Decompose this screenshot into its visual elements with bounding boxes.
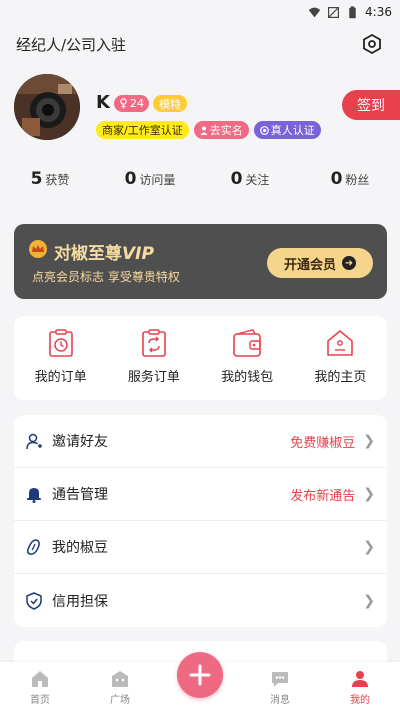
stat-following-label: 关注 (245, 173, 270, 187)
tab-me[interactable]: 我的 (320, 662, 400, 712)
real-person-verify-tag[interactable]: 真人认证 (253, 121, 321, 139)
level-badge: 24 (114, 95, 149, 112)
crown-icon (29, 240, 47, 258)
stat-likes[interactable]: 5 获赞 (0, 169, 100, 189)
vip-banner[interactable]: 对椒至尊VIP 点亮会员标志 享受尊贵特权 开通会员 ➜ (14, 224, 387, 299)
grid-my-homepage-label: 我的主页 (314, 370, 367, 385)
battery-icon (349, 5, 356, 18)
open-vip-button[interactable]: 开通会员 ➜ (267, 248, 373, 278)
grid-service-orders-label: 服务订单 (127, 370, 180, 385)
menu-credit-guarantee[interactable]: 信用担保 ❯ (14, 574, 387, 627)
avatar[interactable] (14, 74, 80, 140)
tab-messages-label: 消息 (270, 695, 290, 706)
home-icon (327, 330, 354, 356)
model-badge: 模特 (153, 95, 187, 112)
tab-home-label: 首页 (30, 695, 50, 706)
stat-visits-value: 0 (124, 169, 137, 189)
checkin-button[interactable]: 签到 (342, 90, 400, 120)
level-value: 24 (130, 97, 144, 110)
menu-notice-management[interactable]: 通告管理 发布新通告 ❯ (14, 468, 387, 521)
tab-me-label: 我的 (350, 695, 370, 706)
vip-subtitle: 点亮会员标志 享受尊贵特权 (32, 270, 180, 284)
chevron-right-icon: ❯ (363, 592, 375, 609)
menu-notice-management-extra: 发布新通告 (290, 488, 356, 504)
female-icon (120, 98, 127, 109)
grid-my-orders[interactable]: 我的订单 (14, 316, 107, 400)
stat-visits[interactable]: 0 访问量 (100, 169, 200, 189)
tab-square[interactable]: 广场 (80, 662, 160, 712)
profile-section: K 24 模特 签到 商家/工作室认证 去实名 真人认证 (0, 64, 400, 154)
verification-tags: 商家/工作室认证 去实名 真人认证 (96, 121, 321, 139)
stat-following-value: 0 (230, 169, 243, 189)
arrow-right-icon: ➜ (342, 256, 356, 270)
stat-following[interactable]: 0 关注 (200, 169, 300, 189)
status-bar: 4:36 (0, 0, 400, 24)
square-tab-icon (112, 671, 128, 687)
agent-company-entry-link[interactable]: 经纪人/公司入驻 (16, 34, 126, 55)
menu-list: 邀请好友 免费赚椒豆 ❯ 通告管理 发布新通告 ❯ 我的椒豆 ❯ 信用担保 ❯ (14, 415, 387, 627)
wallet-icon (233, 329, 261, 357)
publish-fab-button[interactable] (177, 652, 223, 698)
plus-icon (189, 664, 211, 686)
stats-row: 5 获赞 0 访问量 0 关注 0 粉丝 (0, 154, 400, 204)
avatar-image (14, 74, 80, 140)
menu-notice-management-label: 通告管理 (52, 487, 108, 503)
shield-check-icon (24, 591, 44, 611)
grid-my-homepage[interactable]: 我的主页 (294, 316, 387, 400)
user-name: K (96, 92, 110, 113)
menu-invite-friends-extra: 免费赚椒豆 (290, 435, 356, 451)
chevron-right-icon: ❯ (363, 433, 375, 449)
tab-square-label: 广场 (110, 695, 130, 706)
service-order-icon (142, 329, 166, 357)
settings-button[interactable] (360, 32, 384, 56)
invite-user-icon (24, 431, 44, 451)
stat-fans-value: 0 (330, 169, 343, 189)
stat-fans[interactable]: 0 粉丝 (300, 169, 400, 189)
verified-icon (259, 125, 269, 135)
no-signal-icon (328, 6, 340, 18)
real-person-verify-tag-label: 真人认证 (270, 124, 315, 137)
grid-service-orders[interactable]: 服务订单 (107, 316, 200, 400)
me-tab-icon (352, 671, 368, 687)
grid-my-wallet[interactable]: 我的钱包 (201, 316, 294, 400)
wifi-icon (308, 7, 321, 17)
stat-visits-label: 访问量 (139, 173, 176, 187)
realname-tag-label: 去实名 (209, 124, 243, 137)
menu-invite-friends-label: 邀请好友 (52, 434, 108, 450)
tab-home[interactable]: 首页 (0, 662, 80, 712)
grid-my-orders-label: 我的订单 (34, 370, 87, 385)
person-icon (200, 126, 208, 135)
chevron-right-icon: ❯ (363, 486, 375, 502)
open-vip-button-label: 开通会员 (283, 257, 336, 273)
hexagon-settings-icon (363, 33, 381, 55)
tab-messages[interactable]: 消息 (240, 662, 320, 712)
order-clock-icon (48, 329, 73, 357)
menu-my-pepper-beans-label: 我的椒豆 (52, 540, 108, 556)
chevron-right-icon: ❯ (363, 539, 375, 555)
menu-credit-guarantee-label: 信用担保 (52, 593, 108, 610)
vip-title-suffix: VIP (122, 244, 154, 264)
menu-invite-friends[interactable]: 邀请好友 免费赚椒豆 ❯ (14, 415, 387, 468)
pepper-bean-icon (24, 537, 44, 557)
realname-tag[interactable]: 去实名 (193, 121, 249, 139)
grid-my-wallet-label: 我的钱包 (221, 370, 274, 385)
orders-grid: 我的订单 服务订单 我的钱包 我的主页 (14, 316, 387, 400)
stat-likes-label: 获赞 (45, 173, 70, 187)
stat-likes-value: 5 (30, 169, 43, 189)
merchant-verify-tag[interactable]: 商家/工作室认证 (96, 121, 189, 139)
menu-my-pepper-beans[interactable]: 我的椒豆 ❯ (14, 521, 387, 574)
message-tab-icon (272, 672, 288, 687)
home-tab-icon (32, 671, 48, 687)
status-time: 4:36 (365, 5, 392, 19)
vip-title-text: 对椒至尊 (54, 244, 122, 264)
vip-title: 对椒至尊VIP (54, 239, 154, 264)
top-bar: 经纪人/公司入驻 (0, 24, 400, 64)
stat-fans-label: 粉丝 (345, 173, 370, 187)
bell-icon (24, 484, 44, 504)
